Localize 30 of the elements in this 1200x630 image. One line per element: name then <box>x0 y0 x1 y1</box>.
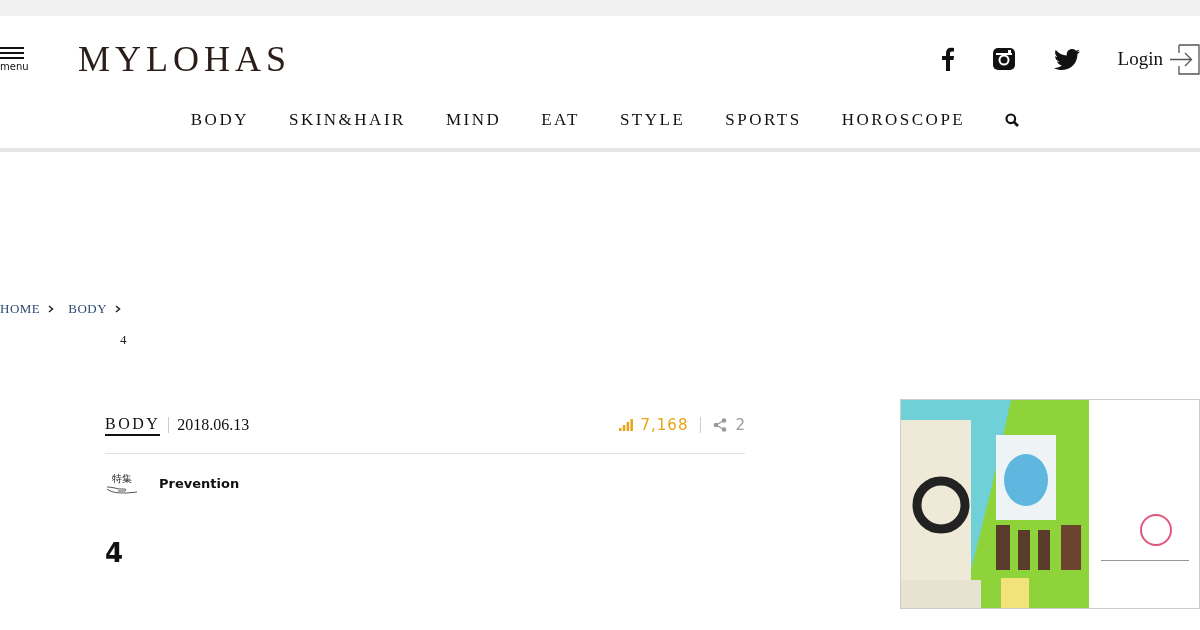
nav-link[interactable]: STYLE <box>619 107 686 133</box>
nav-link[interactable]: SPORTS <box>725 107 802 133</box>
feature-badge: 特集 <box>105 474 139 494</box>
menu-button[interactable]: menu <box>0 46 26 72</box>
article-title: 4 <box>105 538 125 570</box>
nav-link[interactable]: SKIN&HAIR <box>288 107 406 133</box>
nav-link[interactable]: HOROSCOPE <box>841 107 966 133</box>
feature-link[interactable]: Prevention <box>159 474 240 494</box>
menu-icon <box>0 46 24 60</box>
breadcrumb-link[interactable]: BODY <box>68 299 108 319</box>
share-count: 2 <box>735 414 745 436</box>
site-logo[interactable]: MYLOHAS <box>74 41 291 77</box>
view-count: 7,168 <box>640 414 689 436</box>
signal-icon <box>618 419 633 431</box>
nav-link[interactable]: BODY <box>190 107 249 133</box>
breadcrumb-current: 4 <box>120 330 128 349</box>
post-date: 2018.06.13 <box>177 415 250 435</box>
bird-icon[interactable] <box>1053 48 1080 70</box>
category-link[interactable]: BODY <box>105 414 161 436</box>
login-icon <box>1169 43 1200 75</box>
breadcrumb-link[interactable]: HOME <box>0 299 41 319</box>
chevron-icon <box>48 304 55 313</box>
nav-link[interactable]: MIND <box>445 107 502 133</box>
nav-link[interactable]: EAT <box>541 107 580 133</box>
share-icon <box>713 418 728 432</box>
facebook-icon[interactable] <box>941 47 954 71</box>
search-icon[interactable] <box>1005 113 1020 127</box>
instagram-icon[interactable] <box>991 47 1016 71</box>
login-link[interactable]: Login <box>1117 43 1200 75</box>
chevron-icon <box>115 304 122 313</box>
